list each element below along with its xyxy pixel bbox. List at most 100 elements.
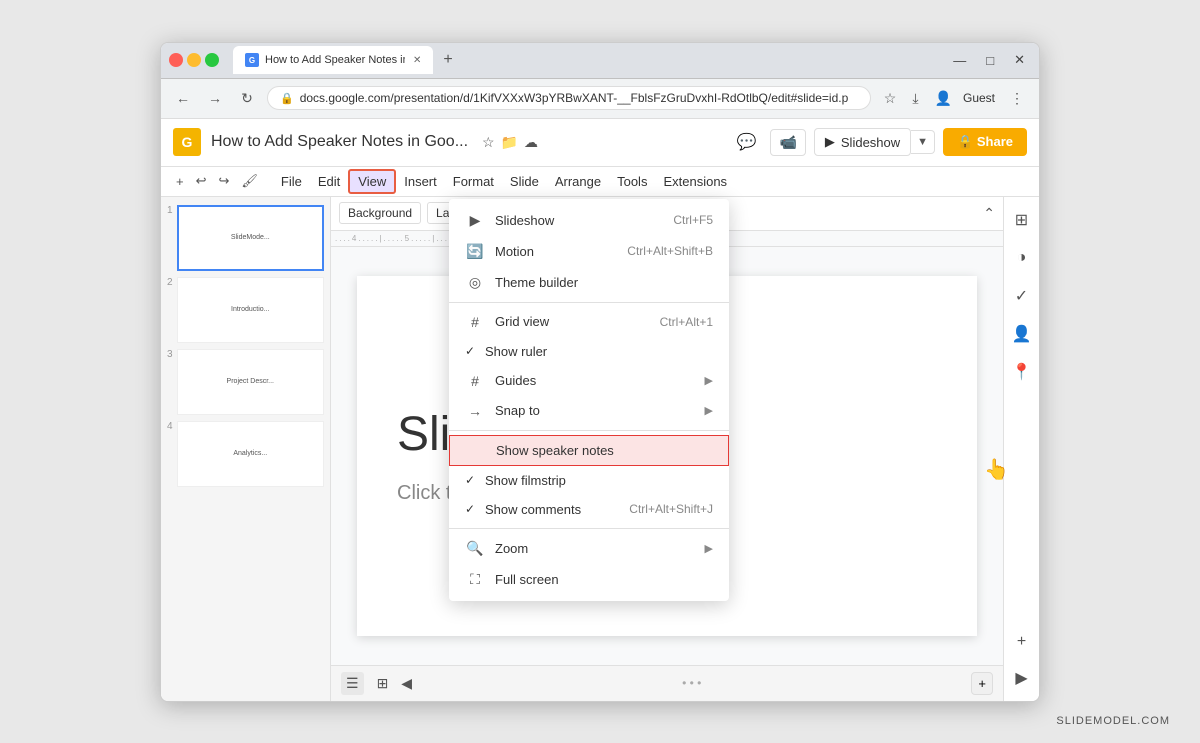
toolbar-collapse-button[interactable]: ⌃	[983, 205, 995, 222]
new-tab-button[interactable]: +	[437, 49, 458, 71]
star-icon[interactable]: ☆	[482, 134, 495, 151]
menu-item-snap-to[interactable]: → Snap to ▶	[449, 396, 729, 426]
guides-icon: #	[465, 373, 485, 389]
slide-item-2[interactable]: 2 Introductio...	[167, 277, 324, 343]
cloud-icon[interactable]: ☁	[524, 134, 538, 151]
browser-window: G How to Add Speaker Notes in G... ✕ + —…	[160, 42, 1040, 702]
reload-button[interactable]: ↻	[235, 86, 259, 110]
share-button[interactable]: 🔒 Share	[943, 128, 1027, 156]
menu-item-zoom[interactable]: 🔍 Zoom ▶	[449, 533, 729, 564]
back-button[interactable]: ←	[171, 86, 195, 110]
maps-sidebar-button[interactable]: 📍	[1007, 357, 1037, 387]
minimize-button[interactable]	[187, 53, 201, 67]
slide-preview-text-2: Introductio...	[231, 306, 270, 313]
menu-item-guides[interactable]: # Guides ▶	[449, 366, 729, 396]
menu-file[interactable]: File	[273, 171, 310, 192]
toolbar-left: + ↩ ↪ 🖌	[171, 171, 263, 191]
menu-icon[interactable]: ⋮	[1005, 87, 1029, 110]
shapes-sidebar-button[interactable]: ◑	[1007, 243, 1037, 273]
sidebar-bottom: + ▶	[1007, 627, 1037, 693]
menu-item-grid-view[interactable]: # Grid view Ctrl+Alt+1	[449, 307, 729, 337]
grid-view-icon: #	[465, 314, 485, 330]
browser-maximize-button[interactable]: □	[980, 51, 1000, 70]
forward-button[interactable]: →	[203, 86, 227, 110]
add-button[interactable]: +	[171, 172, 189, 191]
menu-divider-3	[449, 528, 729, 529]
person-sidebar-button[interactable]: 👤	[1007, 319, 1037, 349]
sidebar-expand-button[interactable]: ▶	[1007, 663, 1037, 693]
menu-arrange[interactable]: Arrange	[547, 171, 609, 192]
tab-bar: G How to Add Speaker Notes in G... ✕ +	[233, 46, 941, 74]
menu-view[interactable]: View	[348, 169, 396, 194]
motion-menu-icon: 🔄	[465, 243, 485, 260]
menu-item-show-speaker-notes[interactable]: Show speaker notes	[449, 435, 729, 466]
slide-item-4[interactable]: 4 Analytics...	[167, 421, 324, 487]
close-button[interactable]	[169, 53, 183, 67]
browser-minimize-button[interactable]: —	[947, 51, 972, 70]
dots-indicator: • • •	[682, 676, 701, 690]
browser-titlebar: G How to Add Speaker Notes in G... ✕ + —…	[161, 43, 1039, 79]
sidebar-add-button[interactable]: +	[1007, 627, 1037, 657]
menu-insert[interactable]: Insert	[396, 171, 445, 192]
url-text: docs.google.com/presentation/d/1KifVXXxW…	[300, 91, 849, 105]
menu-item-theme-builder[interactable]: ◎ Theme builder	[449, 267, 729, 298]
slide-thumbnail-3[interactable]: Project Descr...	[177, 349, 324, 415]
address-input[interactable]: 🔒 docs.google.com/presentation/d/1KifVXX…	[267, 86, 871, 110]
slideshow-button[interactable]: ▶ Slideshow	[814, 128, 911, 156]
slide-number-3: 3	[167, 349, 173, 360]
account-icon[interactable]: 👤	[930, 87, 957, 110]
slideshow-btn-group: ▶ Slideshow ▼	[814, 128, 935, 156]
maximize-button[interactable]	[205, 53, 219, 67]
download-icon[interactable]: ⤓	[907, 87, 923, 110]
bookmark-icon[interactable]: ☆	[879, 87, 902, 110]
menu-item-show-ruler[interactable]: ✓ Show ruler	[449, 337, 729, 366]
redo-button[interactable]: ↪	[214, 171, 235, 191]
comment-icon[interactable]: 💬	[731, 128, 763, 156]
menu-format[interactable]: Format	[445, 171, 502, 192]
zoom-arrow: ▶	[705, 542, 713, 555]
grid-view-button[interactable]: ⊞	[372, 672, 394, 695]
browser-close-button[interactable]: ✕	[1008, 50, 1031, 70]
undo-button[interactable]: ↩	[191, 171, 212, 191]
menu-item-show-comments[interactable]: ✓ Show comments Ctrl+Alt+Shift+J	[449, 495, 729, 524]
header-right: 💬 📹 ▶ Slideshow ▼ 🔒 Share	[731, 128, 1027, 156]
menu-edit[interactable]: Edit	[310, 171, 348, 192]
menu-item-slideshow[interactable]: ▶ Slideshow Ctrl+F5	[449, 205, 729, 236]
meet-button[interactable]: 📹	[770, 129, 805, 156]
folder-icon[interactable]: 📁	[501, 134, 518, 151]
grid-view-label: Grid view	[495, 314, 660, 329]
add-note-button[interactable]: +	[971, 672, 993, 695]
background-button[interactable]: Background	[339, 202, 421, 224]
menu-item-motion[interactable]: 🔄 Motion Ctrl+Alt+Shift+B	[449, 236, 729, 267]
menu-item-show-filmstrip[interactable]: ✓ Show filmstrip	[449, 466, 729, 495]
background-label: Background	[348, 206, 412, 220]
slide-thumbnail-4[interactable]: Analytics...	[177, 421, 324, 487]
slide-thumbnail-1[interactable]: SlideMode...	[177, 205, 324, 271]
slide-item-3[interactable]: 3 Project Descr...	[167, 349, 324, 415]
tab-favicon: G	[245, 53, 259, 67]
full-screen-icon: ⛶	[465, 571, 485, 588]
menu-item-full-screen[interactable]: ⛶ Full screen	[449, 564, 729, 595]
explore-sidebar-button[interactable]: ⊞	[1007, 205, 1037, 235]
slideshow-dropdown-button[interactable]: ▼	[911, 130, 935, 154]
menu-divider-2	[449, 430, 729, 431]
guides-label: Guides	[495, 373, 705, 388]
slideshow-shortcut: Ctrl+F5	[673, 213, 713, 227]
menu-extensions[interactable]: Extensions	[655, 171, 735, 192]
list-view-button[interactable]: ☰	[341, 672, 364, 695]
show-speaker-notes-label: Show speaker notes	[496, 443, 712, 458]
show-ruler-label: Show ruler	[485, 344, 713, 359]
menu-tools[interactable]: Tools	[609, 171, 655, 192]
check-sidebar-button[interactable]: ✓	[1007, 281, 1037, 311]
menu-slide[interactable]: Slide	[502, 171, 547, 192]
slide-thumbnail-2[interactable]: Introductio...	[177, 277, 324, 343]
tab-close-icon[interactable]: ✕	[413, 55, 421, 66]
motion-shortcut: Ctrl+Alt+Shift+B	[627, 244, 713, 258]
panel-toggle-button[interactable]: ◀	[401, 675, 412, 692]
active-tab[interactable]: G How to Add Speaker Notes in G... ✕	[233, 46, 433, 74]
paint-format-button[interactable]: 🖌	[236, 171, 263, 191]
slide-item-1[interactable]: 1 SlideMode...	[167, 205, 324, 271]
menu-items: File Edit View Insert Format Slide Arran…	[273, 169, 735, 194]
meet-icon: 📹	[779, 134, 796, 151]
theme-builder-icon: ◎	[465, 274, 485, 291]
